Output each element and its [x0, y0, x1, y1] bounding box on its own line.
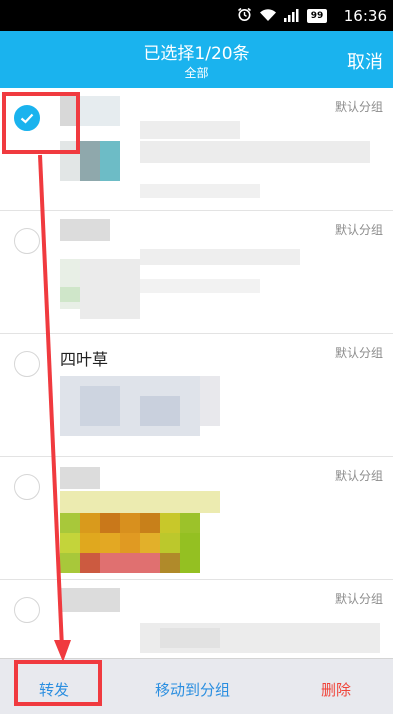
cancel-button[interactable]: 取消 — [347, 48, 383, 74]
wifi-icon — [259, 7, 277, 26]
alarm-icon — [237, 7, 252, 26]
checkbox-highlight-box — [2, 92, 80, 154]
selection-checkbox[interactable] — [14, 597, 40, 623]
list-item[interactable]: 四叶草 默认分组 — [0, 334, 393, 457]
status-time: 16:36 — [343, 7, 387, 25]
blurred-content — [60, 376, 220, 446]
blurred-content — [60, 219, 360, 329]
item-group: 默认分组 — [334, 469, 383, 483]
signal-icon — [284, 7, 300, 26]
status-icons: 99 — [237, 7, 327, 26]
delete-button[interactable]: 删除 — [321, 679, 351, 700]
selection-checkbox[interactable] — [14, 351, 40, 377]
forward-highlight-box — [14, 660, 102, 706]
item-name: 四叶草 — [60, 350, 109, 369]
blurred-content — [60, 467, 220, 577]
selection-checkbox[interactable] — [14, 474, 40, 500]
battery-icon: 99 — [307, 9, 327, 23]
message-list: 默认分组 默认分组 四叶草 默认分组 默认分组 默认分组 — [0, 88, 393, 658]
list-item[interactable]: 默认分组 — [0, 211, 393, 334]
item-group: 默认分组 — [334, 346, 383, 360]
blurred-content — [60, 96, 370, 206]
page-subtitle: 全部 — [184, 66, 209, 80]
list-item[interactable]: 默认分组 — [0, 457, 393, 580]
selection-checkbox[interactable] — [14, 228, 40, 254]
title-bar: 已选择1/20条 全部 取消 — [0, 31, 393, 88]
blurred-content — [60, 588, 380, 658]
page-title: 已选择1/20条 — [143, 44, 250, 64]
status-bar: 99 16:36 — [0, 0, 393, 31]
move-to-group-button[interactable]: 移动到分组 — [155, 679, 230, 700]
list-item[interactable]: 默认分组 — [0, 580, 393, 658]
